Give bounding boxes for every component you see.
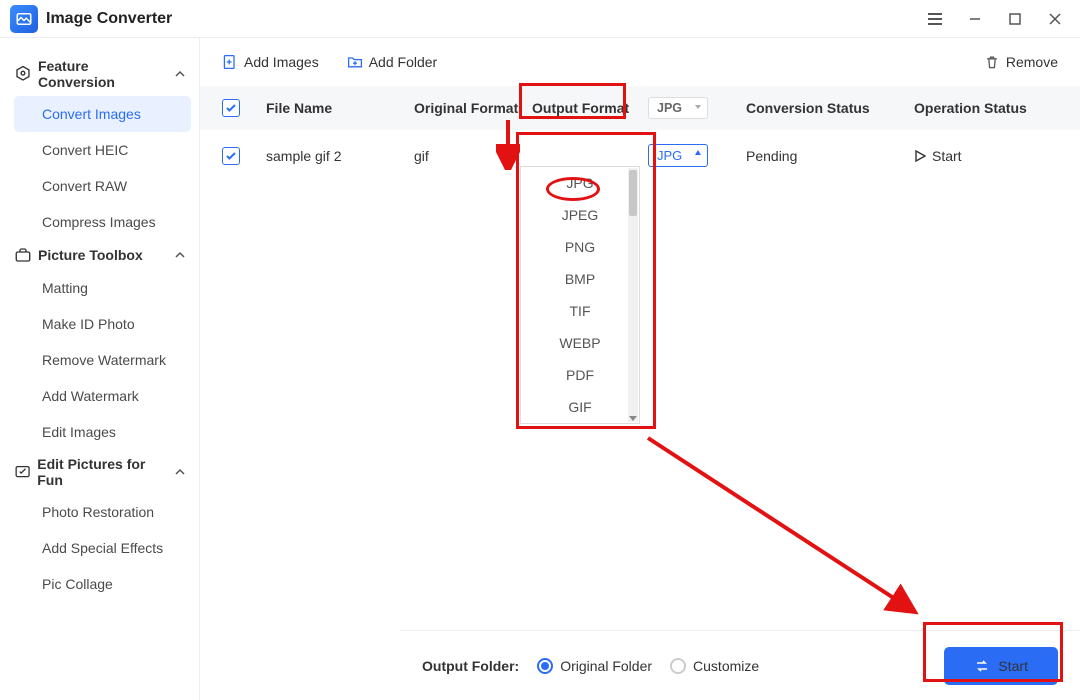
sparkle-icon: [14, 463, 31, 481]
titlebar: Image Converter: [0, 0, 1080, 38]
select-all-checkbox[interactable]: [222, 99, 240, 117]
section-label: Edit Pictures for Fun: [37, 456, 169, 488]
sidebar: Feature Conversion Convert Images Conver…: [0, 38, 200, 700]
row-checkbox[interactable]: [222, 147, 240, 165]
button-label: Remove: [1006, 54, 1058, 70]
radio-dot-icon: [670, 658, 686, 674]
dropdown-scrollbar[interactable]: [628, 168, 638, 422]
button-label: Start: [932, 148, 962, 164]
close-icon[interactable]: [1046, 10, 1064, 28]
cell-file-name: sample gif 2: [266, 148, 406, 164]
header-conversion-status: Conversion Status: [746, 100, 906, 116]
radio-customize[interactable]: Customize: [670, 658, 759, 674]
footer: Output Folder: Original Folder Customize…: [400, 630, 1080, 700]
add-folder-button[interactable]: Add Folder: [347, 54, 437, 70]
button-label: Add Images: [244, 54, 319, 70]
app-title: Image Converter: [46, 10, 926, 28]
add-folder-icon: [347, 54, 363, 70]
minimize-icon[interactable]: [966, 10, 984, 28]
sidebar-item-add-special-effects[interactable]: Add Special Effects: [14, 530, 191, 566]
chevron-up-icon: [175, 66, 185, 82]
output-format-dropdown[interactable]: JPG JPEG PNG BMP TIF WEBP PDF GIF: [520, 166, 640, 424]
add-file-icon: [222, 54, 238, 70]
trash-icon: [984, 54, 1000, 70]
header-output-select[interactable]: JPG: [648, 97, 708, 119]
window-controls: [926, 10, 1064, 28]
section-picture-toolbox[interactable]: Picture Toolbox: [14, 240, 191, 270]
section-edit-pictures-for-fun[interactable]: Edit Pictures for Fun: [14, 450, 191, 494]
radio-label: Original Folder: [560, 658, 652, 674]
main-area: Add Images Add Folder Remove File Name O…: [200, 38, 1080, 700]
header-file-name: File Name: [266, 100, 406, 116]
dropdown-option-webp[interactable]: WEBP: [521, 327, 639, 359]
sidebar-item-convert-heic[interactable]: Convert HEIC: [14, 132, 191, 168]
dropdown-option-pdf[interactable]: PDF: [521, 359, 639, 391]
hamburger-icon[interactable]: [926, 10, 944, 28]
radio-label: Customize: [693, 658, 759, 674]
convert-icon: [974, 658, 990, 674]
table-header: File Name Original Format Output Format …: [200, 86, 1080, 130]
sidebar-item-pic-collage[interactable]: Pic Collage: [14, 566, 191, 602]
play-icon: [914, 150, 926, 162]
sidebar-item-add-watermark[interactable]: Add Watermark: [14, 378, 191, 414]
cell-conversion-status: Pending: [746, 148, 906, 164]
header-output-format: Output Format: [532, 100, 640, 116]
dropdown-option-jpeg[interactable]: JPEG: [521, 199, 639, 231]
toolbox-icon: [14, 246, 32, 264]
sidebar-item-make-id-photo[interactable]: Make ID Photo: [14, 306, 191, 342]
dropdown-option-tif[interactable]: TIF: [521, 295, 639, 327]
section-label: Feature Conversion: [38, 58, 169, 90]
section-feature-conversion[interactable]: Feature Conversion: [14, 52, 191, 96]
button-label: Start: [998, 658, 1028, 674]
button-label: Add Folder: [369, 54, 437, 70]
radio-original-folder[interactable]: Original Folder: [537, 658, 652, 674]
hexagon-icon: [14, 65, 32, 83]
dropdown-option-bmp[interactable]: BMP: [521, 263, 639, 295]
sidebar-item-compress-images[interactable]: Compress Images: [14, 204, 191, 240]
scroll-down-icon: [629, 416, 637, 421]
app-logo: [10, 5, 38, 33]
sidebar-item-remove-watermark[interactable]: Remove Watermark: [14, 342, 191, 378]
dropdown-option-gif[interactable]: GIF: [521, 391, 639, 423]
row-start-button[interactable]: Start: [914, 148, 1058, 164]
dropdown-option-jpg[interactable]: JPG: [521, 167, 639, 199]
toolbar: Add Images Add Folder Remove: [200, 38, 1080, 86]
radio-dot-icon: [537, 658, 553, 674]
add-images-button[interactable]: Add Images: [222, 54, 319, 70]
sidebar-item-matting[interactable]: Matting: [14, 270, 191, 306]
remove-button[interactable]: Remove: [984, 54, 1058, 70]
maximize-icon[interactable]: [1006, 10, 1024, 28]
header-operation-status: Operation Status: [914, 100, 1058, 116]
sidebar-item-edit-images[interactable]: Edit Images: [14, 414, 191, 450]
table-row: sample gif 2 gif JPG Pending Start: [200, 130, 1080, 181]
sidebar-item-photo-restoration[interactable]: Photo Restoration: [14, 494, 191, 530]
sidebar-item-convert-raw[interactable]: Convert RAW: [14, 168, 191, 204]
dropdown-option-png[interactable]: PNG: [521, 231, 639, 263]
sidebar-item-convert-images[interactable]: Convert Images: [14, 96, 191, 132]
chevron-up-icon: [175, 464, 185, 480]
start-button[interactable]: Start: [944, 647, 1058, 685]
cell-original-format: gif: [414, 148, 524, 164]
section-label: Picture Toolbox: [38, 247, 143, 263]
header-original-format: Original Format: [414, 100, 524, 116]
chevron-up-icon: [175, 247, 185, 263]
row-output-select[interactable]: JPG: [648, 144, 708, 167]
output-folder-label: Output Folder:: [422, 658, 519, 674]
